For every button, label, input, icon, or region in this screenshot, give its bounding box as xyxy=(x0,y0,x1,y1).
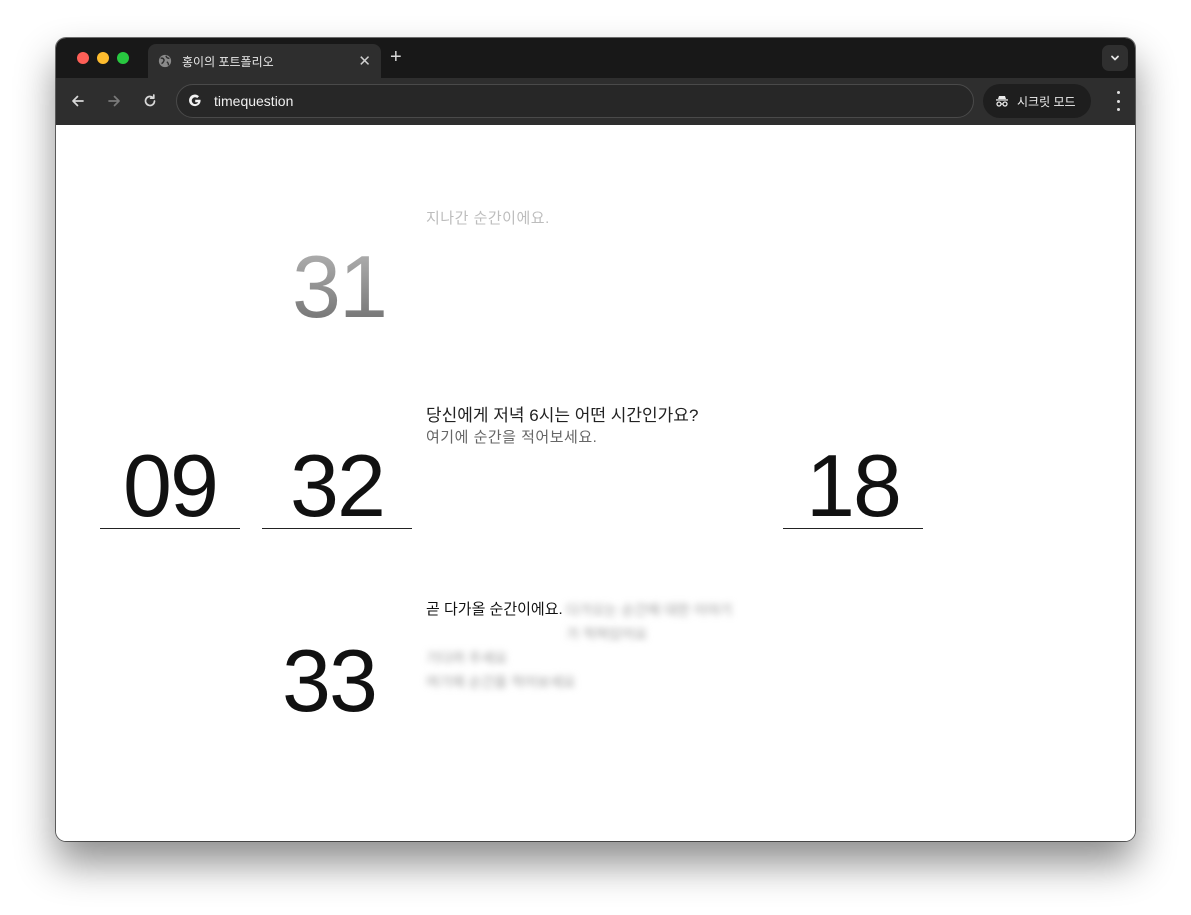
current-minute[interactable]: 32 xyxy=(262,439,412,530)
reload-icon xyxy=(144,94,156,107)
globe-icon xyxy=(158,54,172,68)
back-button[interactable] xyxy=(67,90,89,112)
tab-title: 홍이의 포트폴리오 xyxy=(182,54,274,69)
arrow-right-icon xyxy=(108,95,120,107)
minimize-window-button[interactable] xyxy=(97,52,109,64)
address-bar[interactable]: timequestion xyxy=(176,84,974,118)
page-content: 31 지나간 순간이에요. 09 32 당신에게 저녁 6시는 어떤 시간인가요… xyxy=(56,125,1135,841)
reload-button[interactable] xyxy=(139,90,161,112)
chevron-down-icon xyxy=(1111,55,1119,61)
google-g-icon xyxy=(189,94,201,107)
browser-toolbar: timequestion 시크릿 모드 xyxy=(56,78,1135,125)
close-window-button[interactable] xyxy=(77,52,89,64)
tab-close-icon[interactable]: ✕ xyxy=(358,54,371,69)
answer-input[interactable] xyxy=(426,426,766,448)
traffic-lights xyxy=(77,52,129,64)
active-tab[interactable]: 홍이의 포트폴리오 ✕ xyxy=(148,44,381,78)
incognito-badge[interactable]: 시크릿 모드 xyxy=(983,84,1091,118)
question-text: 당신에게 저녁 6시는 어떤 시간인가요? xyxy=(426,406,699,425)
new-tab-button[interactable]: + xyxy=(390,47,402,67)
current-hour[interactable]: 09 xyxy=(100,439,240,530)
arrow-left-icon xyxy=(72,95,84,107)
menu-kebab-icon[interactable] xyxy=(1115,91,1121,111)
title-bar: 홍이의 포트폴리오 ✕ + xyxy=(56,38,1135,78)
tab-search-button[interactable] xyxy=(1102,45,1128,71)
previous-caption: 지나간 순간이에요. xyxy=(426,210,550,227)
zoom-window-button[interactable] xyxy=(117,52,129,64)
next-caption: 곧 다가올 순간이에요. xyxy=(426,601,563,618)
incognito-icon xyxy=(996,96,1008,107)
url-text: timequestion xyxy=(214,93,294,109)
previous-minute: 31 xyxy=(292,243,388,331)
incognito-label: 시크릿 모드 xyxy=(1017,94,1076,109)
next-minute: 33 xyxy=(282,631,378,730)
target-hour[interactable]: 18 xyxy=(783,439,923,530)
browser-window: 홍이의 포트폴리오 ✕ + timequestion 시크릿 모드 31 지나간… xyxy=(56,38,1135,841)
forward-button[interactable] xyxy=(103,90,125,112)
